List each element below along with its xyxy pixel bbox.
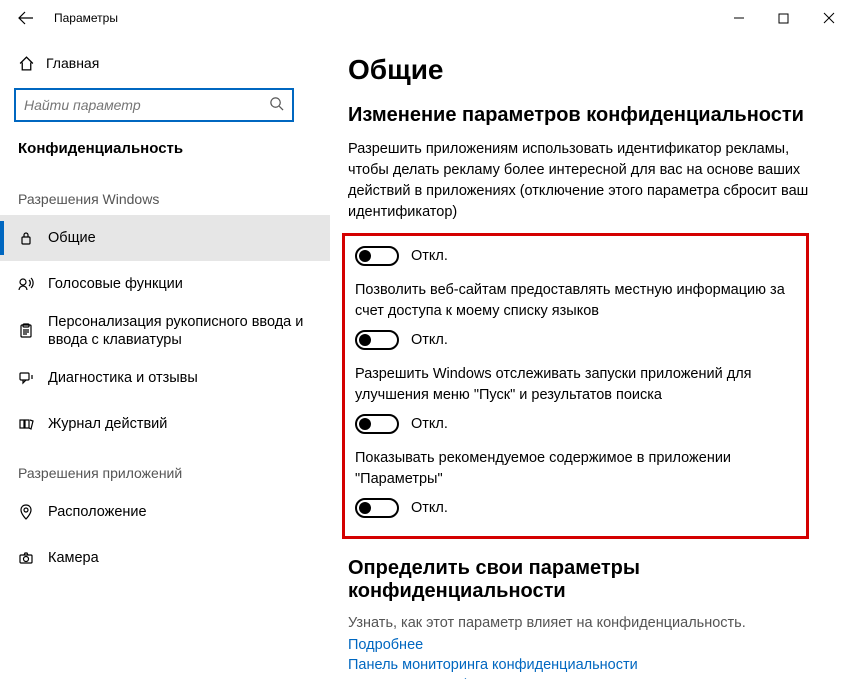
- sidebar-item-general[interactable]: Общие: [0, 215, 330, 261]
- voice-icon: [18, 276, 48, 292]
- close-button[interactable]: [806, 0, 851, 36]
- search-icon: [269, 96, 284, 114]
- home-icon: [18, 55, 46, 72]
- sidebar-home-label: Главная: [46, 55, 99, 71]
- setting-suggested-content: Показывать рекомендуемое содержимое в пр…: [355, 448, 792, 518]
- group-apps-label: Разрешения приложений: [0, 447, 330, 489]
- clipboard-icon: [18, 323, 48, 339]
- highlight-box: Откл. Позволить веб-сайтам предоставлять…: [342, 233, 809, 539]
- setting-app-launches: Разрешить Windows отслеживать запуски пр…: [355, 364, 792, 434]
- toggle-suggested-content[interactable]: [355, 498, 399, 518]
- search-wrap: [0, 82, 330, 132]
- sidebar-item-label: Журнал действий: [48, 415, 167, 433]
- lock-icon: [18, 230, 48, 246]
- back-button[interactable]: [10, 2, 42, 34]
- sidebar-item-history[interactable]: Журнал действий: [0, 401, 330, 447]
- minimize-button[interactable]: [716, 0, 761, 36]
- toggle-app-launches[interactable]: [355, 414, 399, 434]
- search-box[interactable]: [14, 88, 294, 122]
- history-icon: [18, 416, 48, 432]
- sidebar-item-camera[interactable]: Камера: [0, 535, 330, 581]
- sidebar-item-label: Диагностика и отзывы: [48, 369, 198, 387]
- sidebar-item-label: Голосовые функции: [48, 275, 183, 293]
- setting-description: Показывать рекомендуемое содержимое в пр…: [355, 448, 792, 490]
- toggle-state: Откл.: [411, 332, 448, 348]
- sidebar-item-label: Персонализация рукописного ввода и ввода…: [48, 313, 312, 349]
- link-dashboard[interactable]: Панель мониторинга конфиденциальности: [348, 657, 829, 673]
- setting-advertising-id: Откл.: [355, 246, 792, 266]
- camera-icon: [18, 550, 48, 566]
- toggle-language-list[interactable]: [355, 330, 399, 350]
- toggle-state: Откл.: [411, 416, 448, 432]
- setting-language-list: Позволить веб-сайтам предоставлять местн…: [355, 280, 792, 350]
- sidebar: Главная Конфиденциальность Разрешения Wi…: [0, 36, 330, 679]
- maximize-button[interactable]: [761, 0, 806, 36]
- window-title: Параметры: [54, 11, 118, 25]
- settings-window: Параметры Главная: [0, 0, 851, 679]
- intro-description: Разрешить приложениям использовать идент…: [348, 139, 829, 223]
- location-icon: [18, 504, 48, 520]
- sidebar-home[interactable]: Главная: [0, 44, 330, 82]
- sidebar-section-label: Конфиденциальность: [0, 132, 330, 173]
- titlebar: Параметры: [0, 0, 851, 36]
- feedback-icon: [18, 370, 48, 386]
- search-input[interactable]: [24, 97, 269, 113]
- sidebar-item-label: Общие: [48, 229, 96, 247]
- sidebar-item-label: Камера: [48, 549, 99, 567]
- toggle-state: Откл.: [411, 248, 448, 264]
- sidebar-item-inking[interactable]: Персонализация рукописного ввода и ввода…: [0, 307, 330, 355]
- page-title: Общие: [348, 54, 829, 86]
- toggle-state: Откл.: [411, 500, 448, 516]
- group-windows-label: Разрешения Windows: [0, 173, 330, 215]
- window-controls: [716, 0, 851, 36]
- privacy-links: Подробнее Панель мониторинга конфиденциа…: [348, 637, 829, 679]
- setting-description: Позволить веб-сайтам предоставлять местн…: [355, 280, 792, 322]
- main-content: Общие Изменение параметров конфиденциаль…: [330, 36, 851, 679]
- sidebar-item-voice[interactable]: Голосовые функции: [0, 261, 330, 307]
- toggle-advertising-id[interactable]: [355, 246, 399, 266]
- link-learn-more[interactable]: Подробнее: [348, 637, 829, 653]
- sidebar-item-label: Расположение: [48, 503, 147, 521]
- sidebar-item-location[interactable]: Расположение: [0, 489, 330, 535]
- section-privacy-change-title: Изменение параметров конфиденциальности: [348, 104, 829, 127]
- sidebar-item-feedback[interactable]: Диагностика и отзывы: [0, 355, 330, 401]
- section-know-privacy-desc: Узнать, как этот параметр влияет на конф…: [348, 615, 829, 631]
- setting-description: Разрешить Windows отслеживать запуски пр…: [355, 364, 792, 406]
- section-know-privacy-title: Определить свои параметры конфиденциальн…: [348, 557, 829, 603]
